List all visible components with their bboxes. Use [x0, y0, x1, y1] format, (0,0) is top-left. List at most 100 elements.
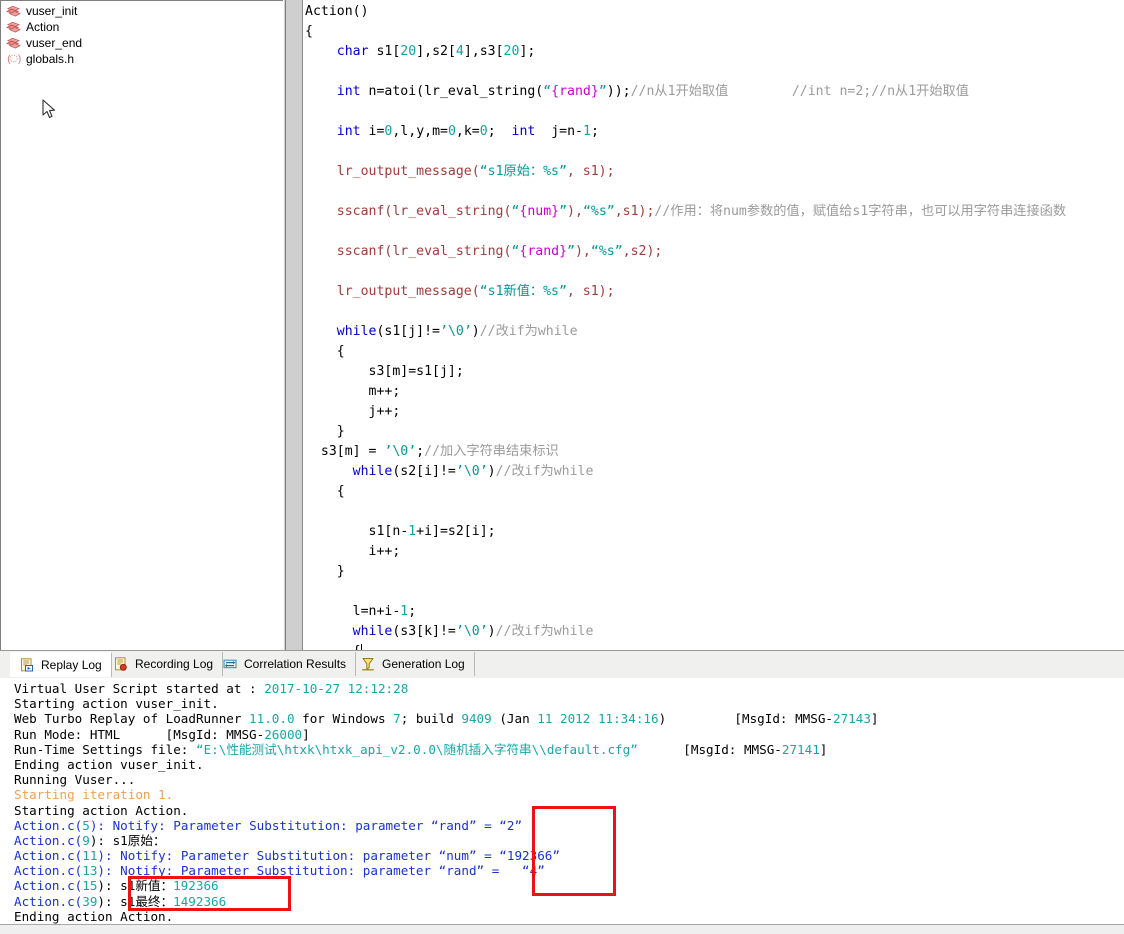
code-token: i++;: [305, 544, 401, 559]
log-token: Starting iteration 1.: [14, 787, 174, 803]
code-token: (s2[i]!=: [392, 464, 456, 479]
code-token: while: [352, 464, 393, 479]
log-token: [MsgId: MMSG-: [637, 741, 782, 757]
code-token: s1[: [368, 44, 401, 59]
code-line: m++;: [305, 382, 1066, 402]
code-token: ): [471, 324, 480, 339]
log-token: 13: [82, 863, 98, 879]
code-line: s3[m] = ’\0’;//加入字符串结束标识: [305, 442, 1066, 462]
code-token: {rand}: [519, 244, 568, 259]
code-line: char s1[20],s2[4],s3[20];: [305, 42, 1066, 62]
log-tab-bar[interactable]: Replay Log Recording Log Correlation Resul…: [0, 651, 1124, 679]
tree-item-label: vuser_end: [26, 36, 83, 50]
code-token: i=: [360, 124, 385, 139]
tree-item-vuser-end[interactable]: vuser_end: [4, 35, 274, 51]
tab-generation-log[interactable]: Generation Log: [352, 652, 475, 676]
code-token: //改if为while: [479, 324, 578, 339]
code-token: ],s2[: [416, 44, 456, 59]
code-line: sscanf(lr_eval_string(“{num}”),“%s”,s1);…: [305, 202, 1066, 222]
code-token: j++;: [305, 404, 401, 419]
tab-replay-log[interactable]: Replay Log: [10, 652, 112, 677]
highlight-box-results: [128, 876, 291, 911]
code-token: s3[m]=s1[j];: [305, 364, 464, 379]
code-editor[interactable]: Action(){ char s1[20],s2[4],s3[20]; int …: [303, 0, 1124, 650]
svg-text:): ): [16, 54, 21, 65]
log-token: Run Mode: HTML [MsgId: MMSG-: [14, 726, 265, 742]
code-token: Action(): [305, 4, 369, 19]
log-token: Ending action vuser_init.: [14, 756, 204, 772]
code-token: ”: [567, 244, 575, 259]
code-line: {: [305, 342, 1066, 362]
code-line: while(s3[k]!=’\0’)//改if为while: [305, 622, 1066, 642]
brick-icon: [6, 4, 22, 18]
log-token: [552, 711, 560, 726]
log-token: 9: [82, 832, 90, 848]
brick-icon: [6, 36, 22, 50]
code-token: {: [305, 24, 313, 39]
code-token: int: [336, 84, 361, 99]
code-token: , s1);: [566, 164, 615, 179]
tab-correlation-results[interactable]: Correlation Results: [214, 652, 357, 676]
log-line: Starting action vuser_init.: [14, 696, 879, 711]
code-token: lr_output_message(: [336, 164, 480, 179]
log-token: (Jan: [491, 711, 538, 727]
code-token: {rand}: [551, 84, 599, 99]
code-token: 20: [400, 44, 417, 59]
tree-item-globals-h[interactable]: () globals.h: [4, 51, 274, 67]
code-token: 1: [582, 124, 591, 139]
code-line: }: [305, 422, 1066, 442]
log-token: 12:12:28: [347, 681, 409, 696]
script-tree-list[interactable]: vuser_init Action vuser_end () globals.h: [4, 3, 274, 67]
tab-label: Correlation Results: [244, 657, 347, 671]
code-token: lr_output_message(: [336, 284, 480, 299]
code-text[interactable]: Action(){ char s1[20],s2[4],s3[20]; int …: [305, 2, 1066, 650]
code-token: j=n-: [535, 124, 583, 139]
tree-item-action[interactable]: Action: [4, 19, 274, 35]
code-token: ;: [408, 604, 417, 619]
code-token: ,s2);: [622, 244, 663, 259]
code-token: 20: [503, 44, 520, 59]
log-line: Action.c(9): s1原始：: [14, 833, 879, 848]
log-token: Run-Time Settings file:: [14, 741, 196, 757]
code-token: while: [352, 624, 393, 639]
code-token: ’\0’: [440, 324, 472, 339]
log-token: ): Notify: Parameter Substitution: param…: [89, 817, 500, 833]
correlation-results-icon: [223, 657, 244, 671]
tab-label: Recording Log: [135, 657, 214, 671]
code-token: ];: [519, 44, 536, 59]
code-token: “s1原始：%s”: [479, 164, 567, 179]
code-token: ’\0’: [455, 464, 488, 479]
log-token: Virtual User Script started at :: [14, 681, 265, 696]
log-token: ]: [870, 711, 879, 727]
log-token: 11: [537, 711, 553, 727]
code-token: ;: [590, 124, 599, 139]
tree-item-label: vuser_init: [26, 4, 78, 18]
log-token: 2012: [560, 711, 591, 727]
log-token: 26000: [264, 726, 303, 742]
tab-recording-log[interactable]: Recording Log: [105, 652, 224, 676]
recording-log-icon: [114, 657, 135, 671]
script-tree-panel[interactable]: vuser_init Action vuser_end () globals.h: [0, 0, 284, 650]
code-token: 0: [479, 124, 488, 139]
tree-panel-top-edge: [0, 0, 283, 1]
code-token: ,l,y,m=: [392, 124, 448, 139]
loadrunner-vugen-window: vuser_init Action vuser_end () globals.h Act…: [0, 0, 1124, 934]
tree-item-vuser-init[interactable]: vuser_init: [4, 3, 274, 19]
code-token: int: [511, 124, 536, 139]
log-line: Starting action Action.: [14, 803, 879, 818]
code-line: lr_output_message(“s1新值：%s”, s1);: [305, 282, 1066, 302]
code-token: 0: [447, 124, 456, 139]
code-token: ): [487, 624, 496, 639]
code-line: while(s1[j]!=’\0’)//改if为while: [305, 322, 1066, 342]
log-line: Ending action vuser_init.: [14, 757, 879, 772]
code-line: i++;: [305, 542, 1066, 562]
